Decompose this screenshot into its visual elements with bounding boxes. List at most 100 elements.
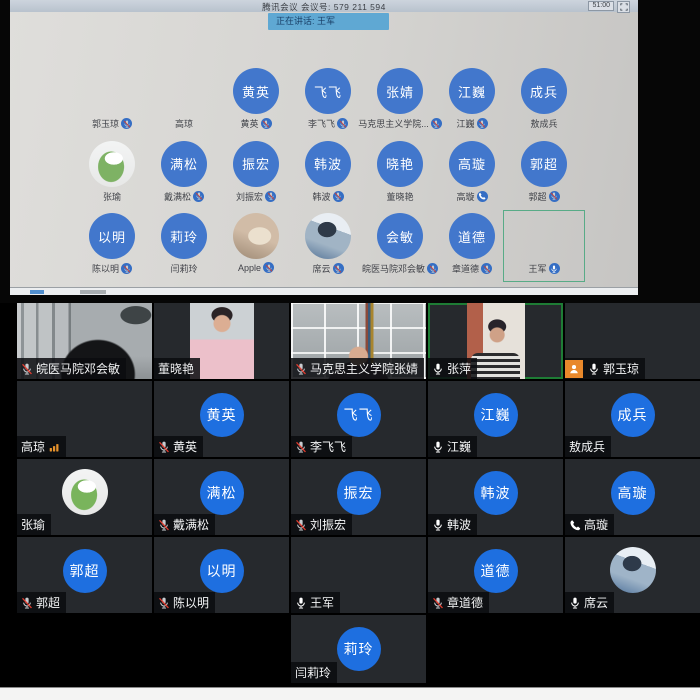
participant-name: 张瑜: [21, 516, 45, 533]
projected-participant: 高琼: [146, 68, 222, 134]
participant-label: 张瑜: [17, 514, 51, 535]
participant-tile[interactable]: 张萍: [428, 303, 563, 379]
participant-tile[interactable]: 满松戴满松: [154, 459, 289, 535]
participant-label: 敖成兵: [506, 117, 582, 130]
participant-label: 江巍: [428, 436, 477, 457]
participant-name: 江巍: [447, 438, 471, 455]
participant-tile[interactable]: 成兵敖成兵: [565, 381, 700, 457]
avatar: 飞飞: [305, 68, 351, 114]
avatar-initials: 会敏: [386, 227, 414, 246]
participant-tile[interactable]: 莉玲闫莉玲: [291, 615, 426, 683]
avatar-initials: 以明: [98, 227, 126, 246]
phone-icon: [569, 519, 581, 531]
mic-muted-icon: [477, 118, 488, 129]
mic-muted-icon: [432, 597, 444, 609]
projected-participant: Apple: [218, 213, 294, 279]
signal-bars-icon: [48, 441, 60, 453]
mic-muted-icon: [158, 519, 170, 531]
participant-tile[interactable]: 高璇高璇: [565, 459, 700, 535]
avatar: [89, 68, 135, 114]
participant-label: 韩波: [290, 190, 366, 203]
participant-tile[interactable]: 马克思主义学院张婧: [291, 303, 426, 379]
participant-tile[interactable]: 道德章道德: [428, 537, 563, 613]
mic-muted-icon: [295, 519, 307, 531]
avatar-initials: 满松: [207, 483, 237, 503]
participant-tile[interactable]: 振宏刘振宏: [291, 459, 426, 535]
avatar-initials: 高璇: [618, 483, 648, 503]
speaking-banner: 正在讲话: 王军: [268, 13, 389, 30]
participant-tile[interactable]: 江巍江巍: [428, 381, 563, 457]
avatar: [161, 68, 207, 114]
person-badge-icon: [565, 360, 583, 378]
participant-label: 郭玉琼: [74, 117, 150, 130]
participant-tile[interactable]: 董晓艳: [154, 303, 289, 379]
participant-name: 郭玉琼: [603, 360, 639, 377]
avatar: 晓艳: [377, 141, 423, 187]
mic-muted-icon: [121, 118, 132, 129]
participant-name: 李飞飞: [308, 117, 335, 130]
participant-tile[interactable]: 韩波韩波: [428, 459, 563, 535]
participant-name: 刘振宏: [236, 190, 263, 203]
avatar: 振宏: [337, 471, 381, 515]
avatar: [62, 391, 108, 437]
participant-label: 陈以明: [154, 592, 215, 613]
avatar-initials: 成兵: [530, 82, 558, 101]
participant-label: Apple: [218, 262, 294, 273]
participant-name: 郭超: [36, 594, 60, 611]
participant-name: 闫莉玲: [170, 262, 197, 275]
projected-screen-photo: 腾讯会议 会议号: 579 211 594 51:00 正在讲话: 王军 郭玉琼…: [0, 0, 700, 303]
participant-tile[interactable]: 王军: [291, 537, 426, 613]
participant-name: 张萍: [447, 360, 471, 377]
avatar: 飞飞: [337, 393, 381, 437]
participant-name: 席云: [584, 594, 608, 611]
participant-label: 皖医马院邓会敏: [362, 262, 438, 275]
video-feed-detail: [471, 353, 520, 379]
participant-label: 刘振宏: [218, 190, 294, 203]
participant-tile[interactable]: 高琼: [17, 381, 152, 457]
participant-label: 高琼: [146, 117, 222, 130]
participant-name: 陈以明: [173, 594, 209, 611]
avatar-initials: 晓艳: [386, 154, 414, 173]
participant-tile[interactable]: 席云: [565, 537, 700, 613]
participant-tile[interactable]: 郭玉琼: [565, 303, 700, 379]
avatar-initials: 江巍: [481, 405, 511, 425]
participant-label: 韩波: [428, 514, 477, 535]
participant-name: 黄英: [173, 438, 197, 455]
avatar: 江巍: [449, 68, 495, 114]
participant-tile[interactable]: 黄英黄英: [154, 381, 289, 457]
participant-tile[interactable]: 以明陈以明: [154, 537, 289, 613]
participant-label: 席云: [565, 592, 614, 613]
participant-label: 王军: [291, 592, 340, 613]
projected-participant: 道德章道德: [434, 213, 510, 279]
avatar: [336, 547, 382, 593]
mic-on-icon: [432, 363, 444, 375]
projected-participant: 郭超郭超: [506, 141, 582, 207]
avatar: 韩波: [305, 141, 351, 187]
participant-tile[interactable]: 皖医马院邓会敏: [17, 303, 152, 379]
avatar: 莉玲: [161, 213, 207, 259]
participant-label: 郭玉琼: [565, 358, 645, 379]
participant-name: 李飞飞: [310, 438, 346, 455]
participant-label: 闫莉玲: [291, 662, 337, 683]
mic-muted-icon: [121, 263, 132, 274]
meeting-titlebar: 腾讯会议 会议号: 579 211 594 51:00: [10, 0, 638, 12]
participant-tile[interactable]: 郭超郭超: [17, 537, 152, 613]
projected-participant: 满松戴满松: [146, 141, 222, 207]
participant-name: 江巍: [456, 117, 474, 130]
participant-label: 郭超: [506, 190, 582, 203]
participant-tile[interactable]: 飞飞李飞飞: [291, 381, 426, 457]
participant-name: 章道德: [447, 594, 483, 611]
participant-name: 董晓艳: [158, 360, 194, 377]
participant-tile[interactable]: 张瑜: [17, 459, 152, 535]
participant-name: 王军: [528, 262, 546, 275]
avatar: 黄英: [200, 393, 244, 437]
exit-fullscreen-icon: [617, 1, 630, 13]
mic-muted-icon: [263, 262, 274, 273]
participant-name: 韩波: [312, 190, 330, 203]
participant-label: 马克思主义学院...: [362, 117, 438, 130]
participant-name: 戴满松: [173, 516, 209, 533]
participant-label: 高璇: [565, 514, 614, 535]
avatar: 成兵: [521, 68, 567, 114]
avatar-initials: 道德: [481, 561, 511, 581]
participant-label: 戴满松: [146, 190, 222, 203]
